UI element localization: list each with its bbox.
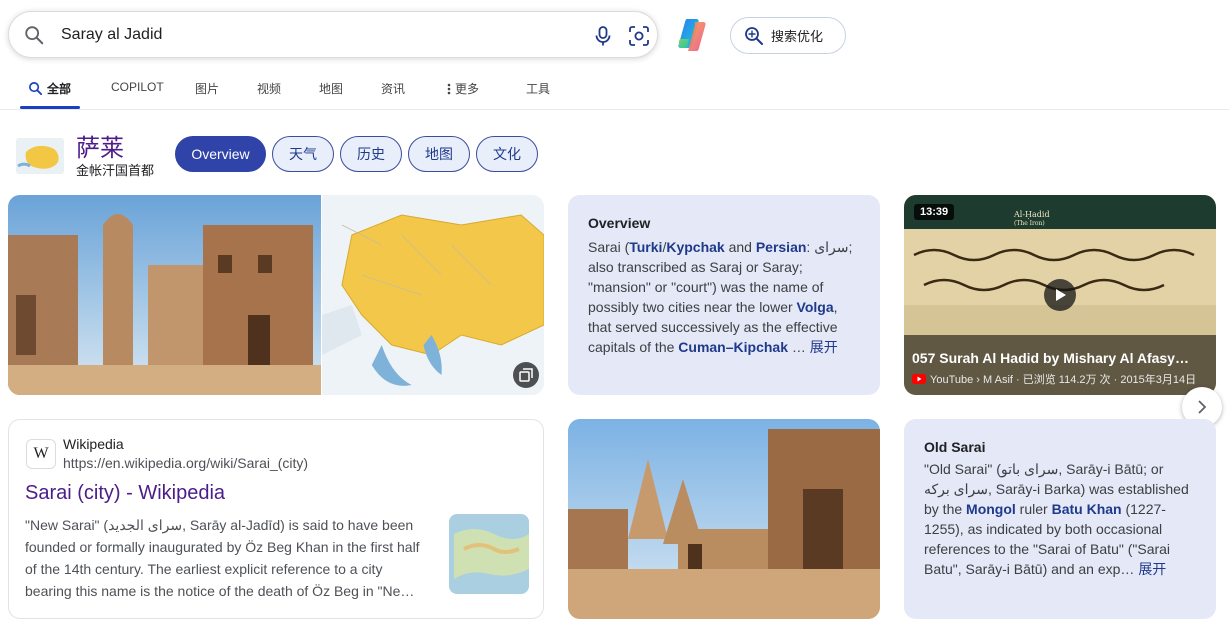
link-volga[interactable]: Volga bbox=[797, 299, 834, 315]
link-kypchak[interactable]: Kypchak bbox=[666, 239, 724, 255]
tab-all[interactable]: 全部 bbox=[28, 80, 71, 97]
tab-news-label: 资讯 bbox=[381, 82, 406, 96]
video-title[interactable]: 057 Surah Al Hadid by Mishary Al Afasy… bbox=[912, 350, 1208, 366]
search-box[interactable]: Saray al Jadid bbox=[8, 11, 658, 58]
tab-tools[interactable]: 工具 bbox=[526, 80, 550, 97]
tab-maps-label: 地图 bbox=[319, 82, 344, 96]
chevron-right-icon bbox=[1198, 400, 1207, 414]
link-turki[interactable]: Turki bbox=[629, 239, 662, 255]
result-thumbnail-map[interactable] bbox=[449, 514, 529, 594]
old-sarai-expand-link[interactable]: 展开 bbox=[1138, 561, 1166, 577]
old-sarai-heading: Old Sarai bbox=[924, 439, 986, 455]
golden-horde-map[interactable] bbox=[321, 195, 544, 395]
tab-copilot-label: COPILOT bbox=[111, 80, 164, 94]
tab-images[interactable]: 图片 bbox=[195, 80, 219, 97]
svg-text:Al-Ḥadid: Al-Ḥadid bbox=[1013, 210, 1050, 219]
search-optimize-icon bbox=[745, 26, 763, 45]
entity-thumbnail-map[interactable] bbox=[16, 138, 64, 174]
video-meta-text: YouTube › M Asif · 已浏览 114.2万 次 · 2015年3… bbox=[930, 374, 1197, 386]
expand-gallery-icon[interactable] bbox=[513, 362, 539, 388]
overview-text-part: Sarai ( bbox=[588, 239, 630, 255]
result-site-name: Wikipedia bbox=[63, 436, 124, 452]
overview-card: Overview Sarai (Turki/Kypchak and Persia… bbox=[568, 195, 880, 395]
video-meta: YouTube › M Asif · 已浏览 114.2万 次 · 2015年3… bbox=[912, 371, 1196, 387]
tab-videos[interactable]: 视频 bbox=[257, 80, 281, 97]
pill-map[interactable]: 地图 bbox=[408, 136, 470, 172]
tab-videos-label: 视频 bbox=[257, 82, 282, 96]
active-tab-indicator bbox=[20, 106, 80, 109]
tab-tools-label: 工具 bbox=[526, 82, 551, 96]
tab-all-label: 全部 bbox=[47, 82, 72, 96]
result-title-link[interactable]: Sarai (city) - Wikipedia bbox=[25, 482, 225, 505]
result-url[interactable]: https://en.wikipedia.org/wiki/Sarai_(cit… bbox=[63, 455, 308, 471]
search-optimize-label: 搜索优化 bbox=[771, 29, 824, 44]
video-duration: 13:39 bbox=[914, 204, 955, 220]
overview-expand-link[interactable]: 展开 bbox=[810, 339, 838, 355]
search-optimize-button[interactable]: 搜索优化 bbox=[730, 17, 846, 54]
search-icon bbox=[25, 26, 44, 45]
search-icon bbox=[29, 82, 43, 96]
link-mongol[interactable]: Mongol bbox=[966, 501, 1016, 517]
video-card[interactable]: Al-Ḥadid (The Iron) 13:39 057 Surah Al H… bbox=[904, 195, 1216, 395]
wikipedia-icon: W bbox=[26, 439, 56, 469]
microphone-icon[interactable] bbox=[593, 25, 613, 47]
old-sarai-street-photo[interactable] bbox=[568, 419, 880, 619]
pill-history[interactable]: 历史 bbox=[340, 136, 402, 172]
pill-overview[interactable]: Overview bbox=[175, 136, 266, 172]
tab-maps[interactable]: 地图 bbox=[319, 80, 343, 97]
overview-heading: Overview bbox=[588, 215, 651, 231]
old-sarai-text: "Old Sarai" (سرای باتو, Sarāy-i Bātū; or… bbox=[924, 459, 1196, 579]
link-persian[interactable]: Persian bbox=[756, 239, 807, 255]
copilot-logo[interactable] bbox=[673, 15, 713, 55]
youtube-icon bbox=[912, 374, 926, 384]
link-cuman-kipchak[interactable]: Cuman–Kipchak bbox=[678, 339, 788, 355]
search-tabs: 全部 COPILOT 图片 视频 地图 资讯 更多 工具 bbox=[0, 70, 1229, 110]
tab-copilot[interactable]: COPILOT bbox=[111, 80, 164, 94]
overview-text: Sarai (Turki/Kypchak and Persian: سرای; … bbox=[588, 237, 860, 357]
search-input[interactable]: Saray al Jadid bbox=[61, 26, 162, 44]
tab-images-label: 图片 bbox=[195, 82, 220, 96]
svg-text:(The Iron): (The Iron) bbox=[1014, 220, 1045, 227]
overview-text-part: and bbox=[724, 239, 756, 255]
wikipedia-result-card[interactable]: W Wikipedia https://en.wikipedia.org/wik… bbox=[8, 419, 544, 619]
mud-brick-city-photo[interactable] bbox=[8, 195, 321, 395]
entity-title[interactable]: 萨莱 bbox=[76, 128, 124, 163]
hero-image-gallery[interactable] bbox=[8, 195, 544, 395]
pill-culture[interactable]: 文化 bbox=[476, 136, 538, 172]
more-dots-icon bbox=[447, 83, 451, 94]
play-icon[interactable] bbox=[1044, 279, 1076, 311]
tab-more-label: 更多 bbox=[455, 82, 480, 96]
old-sarai-text-part: ruler bbox=[1015, 501, 1052, 517]
tab-news[interactable]: 资讯 bbox=[381, 80, 405, 97]
camera-lens-icon[interactable] bbox=[628, 25, 650, 47]
link-batu-khan[interactable]: Batu Khan bbox=[1052, 501, 1122, 517]
old-sarai-card: Old Sarai "Old Sarai" (سرای باتو, Sarāy-… bbox=[904, 419, 1216, 619]
overview-text-part: … bbox=[787, 339, 810, 355]
pill-weather[interactable]: 天气 bbox=[272, 136, 334, 172]
tab-more[interactable]: 更多 bbox=[447, 80, 479, 97]
result-snippet: "New Sarai" (سرای الجدید, Sarāy al-Jadīd… bbox=[25, 517, 420, 599]
entity-subtitle: 金帐汗国首都 bbox=[76, 163, 155, 178]
